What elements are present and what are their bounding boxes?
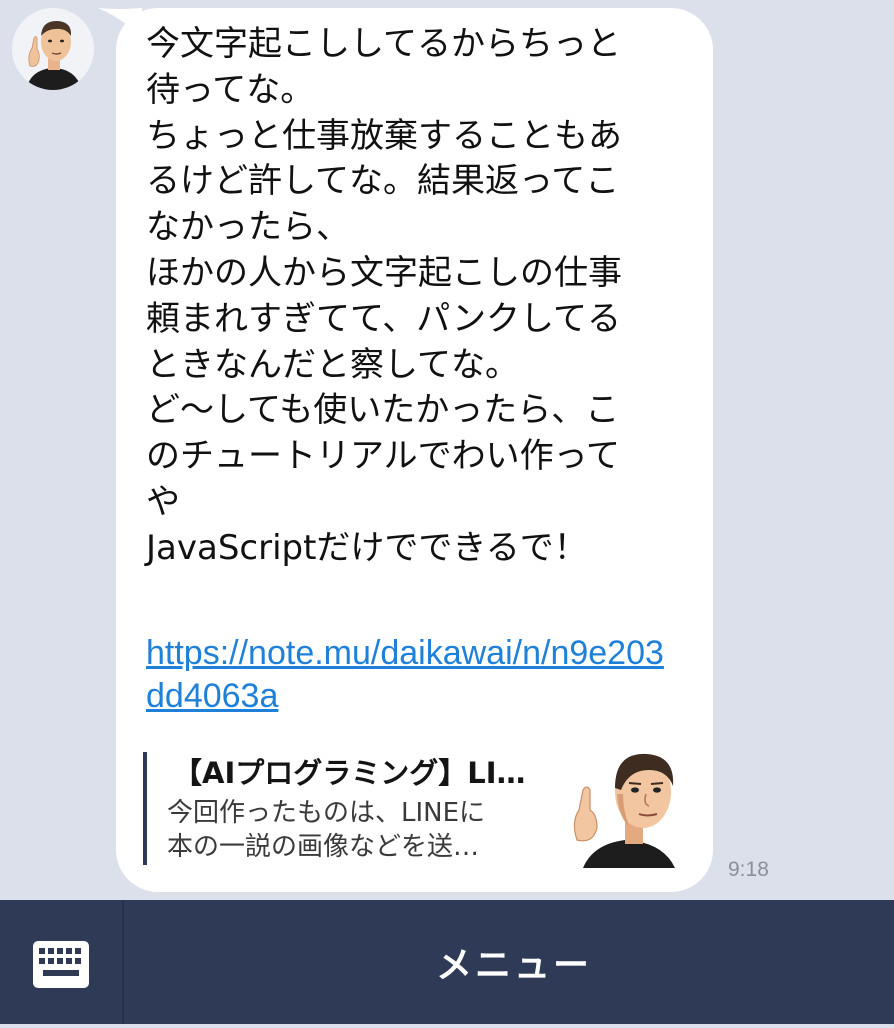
message-text[interactable]: 今文字起こししてるからちっと 待ってな。 ちょっと仕事放棄することもあ るけど許…: [146, 22, 686, 572]
keyboard-toggle-button[interactable]: [0, 900, 122, 1024]
keyboard-icon: [33, 941, 89, 988]
message-timestamp: 9:18: [728, 858, 769, 881]
preview-thumbnail: [563, 748, 683, 868]
menu-label: メニュー: [435, 945, 592, 986]
preview-description: 今回作ったものは、LINEに 本の一説の画像などを送…: [167, 798, 486, 862]
preview-accent-bar: [143, 752, 147, 865]
bottom-menu-bar: メニュー: [0, 900, 894, 1024]
sender-avatar[interactable]: [12, 8, 94, 90]
person-pointing-illustration-icon: [563, 748, 683, 868]
chat-area[interactable]: 今文字起こししてるからちっと 待ってな。 ちょっと仕事放棄することもあ るけど許…: [0, 0, 894, 900]
link-preview-card[interactable]: 【AIプログラミング】LINEで画像を送ると… 今回作ったものは、LINEに 本…: [143, 748, 688, 868]
menu-button[interactable]: メニュー: [124, 900, 894, 1024]
message-link[interactable]: https://note.mu/daikawai/n/n9e203dd4063a: [146, 632, 666, 718]
preview-title: 【AIプログラミング】LINEで画像を送ると…: [173, 756, 543, 790]
person-pointing-avatar-icon: [12, 8, 94, 90]
